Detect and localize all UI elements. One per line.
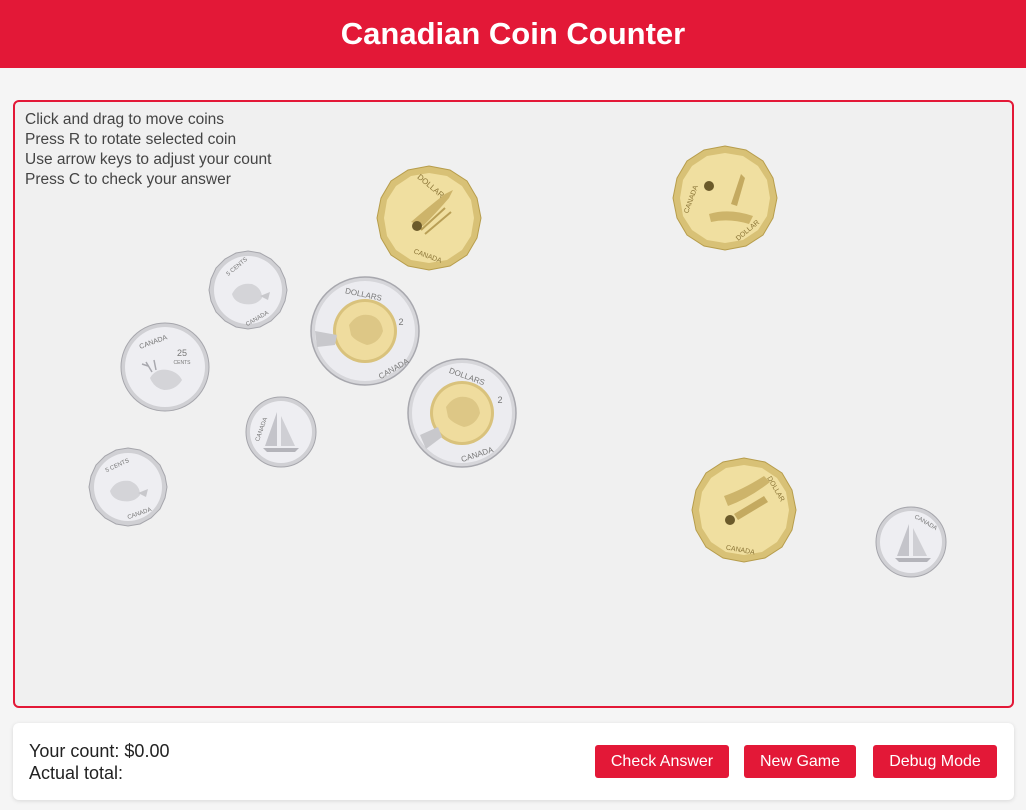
- toonie-coin[interactable]: DOLLARS CANADA 2: [406, 357, 518, 469]
- debug-mode-button[interactable]: Debug Mode: [873, 745, 997, 778]
- loonie-coin[interactable]: DOLLAR CANADA: [375, 164, 483, 272]
- app-title: Canadian Coin Counter: [340, 16, 686, 51]
- dime-coin[interactable]: CANADA: [875, 506, 947, 578]
- coin-play-area[interactable]: Click and drag to move coins Press R to …: [13, 100, 1014, 708]
- app-header: Canadian Coin Counter: [0, 0, 1026, 68]
- instructions: Click and drag to move coins Press R to …: [25, 110, 271, 190]
- quarter-value-label: 25: [177, 348, 187, 358]
- check-answer-button[interactable]: Check Answer: [595, 745, 729, 778]
- nickel-coin[interactable]: 5 CENTS CANADA: [208, 250, 288, 330]
- loonie-coin[interactable]: DOLLAR CANADA: [690, 456, 798, 564]
- your-count-label: Your count:: [29, 741, 120, 761]
- loonie-coin[interactable]: CANADA DOLLAR: [671, 144, 779, 252]
- nickel-coin[interactable]: 5 CENTS CANADA: [88, 447, 168, 527]
- quarter-unit-label: CENTS: [174, 360, 192, 366]
- instruction-drag: Click and drag to move coins: [25, 111, 225, 128]
- new-game-button[interactable]: New Game: [744, 745, 856, 778]
- count-display: Your count: $0.00 Actual total:: [29, 740, 169, 784]
- toonie-value-label: 2: [497, 395, 502, 405]
- actual-total-label: Actual total:: [29, 763, 124, 783]
- instruction-check: Press C to check your answer: [25, 171, 231, 188]
- instruction-adjust: Use arrow keys to adjust your count: [25, 151, 272, 168]
- toonie-value-label: 2: [398, 317, 403, 327]
- dime-coin[interactable]: CANADA: [245, 396, 317, 468]
- instruction-rotate: Press R to rotate selected coin: [25, 131, 237, 148]
- your-count-value: $0.00: [124, 741, 170, 761]
- quarter-coin[interactable]: 25 CENTS CANADA: [120, 322, 210, 412]
- status-panel: Your count: $0.00 Actual total: Check An…: [13, 723, 1014, 800]
- toonie-coin[interactable]: DOLLARS CANADA 2: [309, 275, 421, 387]
